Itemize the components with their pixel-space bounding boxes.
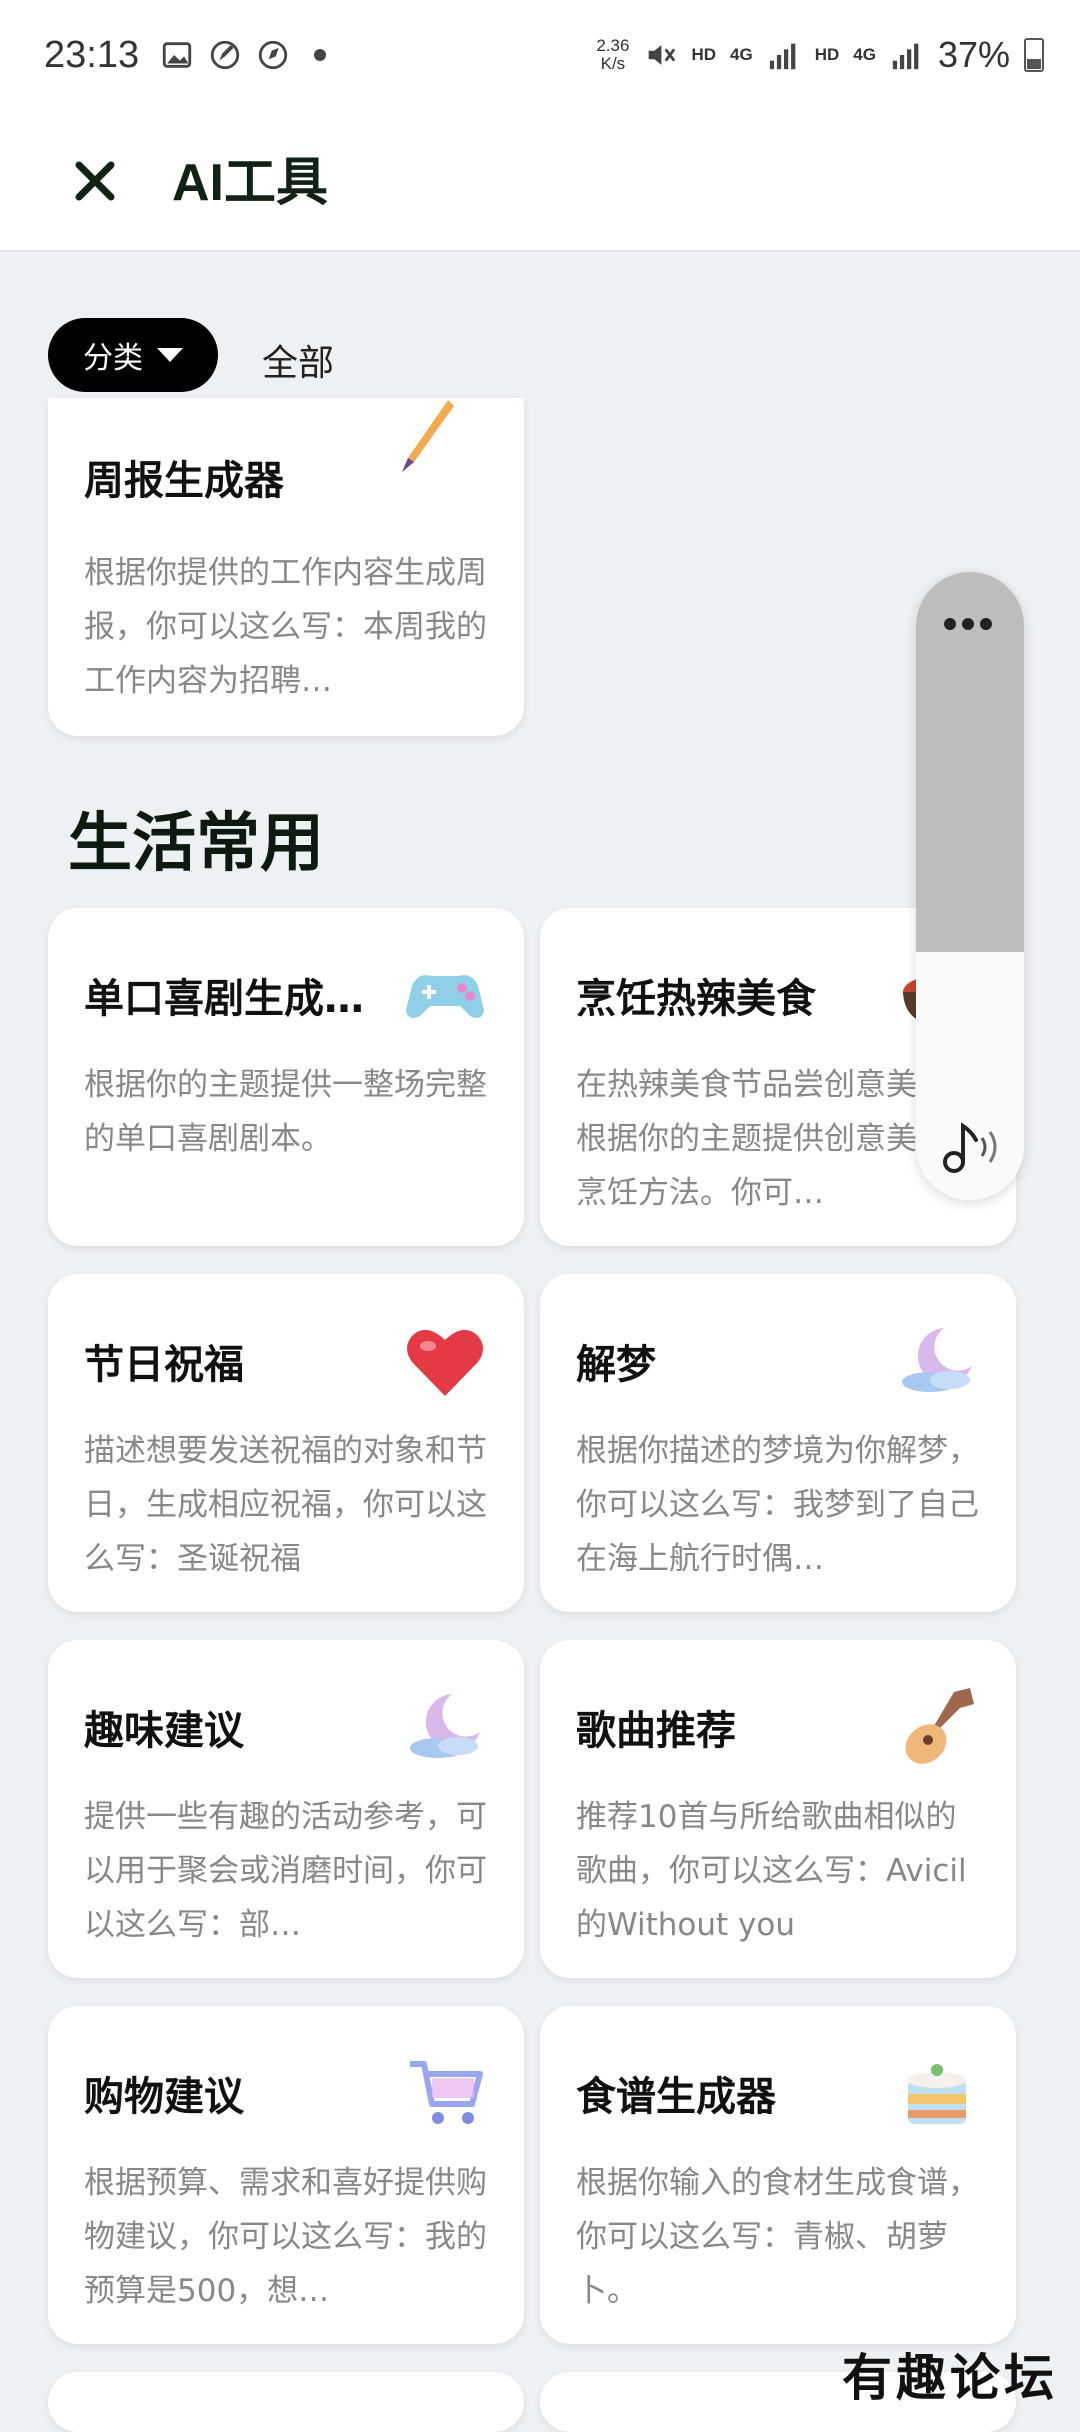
music-note-icon[interactable]: [936, 1112, 1006, 1182]
caret-down-icon: [157, 348, 183, 362]
hd-badge-2: HD: [814, 45, 840, 64]
moon-cloud-icon: [410, 1694, 480, 1758]
card-description: 描述想要发送祝福的对象和节日，生成相应祝福，你可以这么写：圣诞祝福: [84, 1433, 487, 1577]
filter-current[interactable]: 全部: [262, 334, 334, 386]
card-title: 烹饪热辣美食: [576, 976, 816, 1022]
card-title: 食谱生成器: [576, 2074, 776, 2120]
battery-percent: 37%: [937, 34, 1010, 75]
card-title: 歌曲推荐: [576, 1708, 736, 1754]
card-title: 节日祝福: [84, 1342, 244, 1388]
tool-card-weekly-report[interactable]: 周报生成器 根据你提供的工作内容生成周报，你可以这么写：本周我的工作内容为招聘…: [48, 398, 524, 736]
floating-music-widget[interactable]: [916, 572, 1024, 1200]
tool-card[interactable]: 趣味建议 提供一些有趣的活动参考，可以用于聚会或消磨时间，你可以这么写：部…: [48, 1640, 524, 1978]
section-title: 生活常用: [68, 807, 324, 881]
network-type-2: 4G: [853, 45, 876, 64]
close-icon: [75, 161, 115, 201]
category-filter-button[interactable]: 分类: [48, 318, 218, 392]
notification-icons: [160, 38, 326, 72]
card-description: 根据你描述的梦境为你解梦，你可以这么写：我梦到了自己在海上航行时偶…: [576, 1433, 979, 1577]
tool-card[interactable]: 解梦 根据你描述的梦境为你解梦，你可以这么写：我梦到了自己在海上航行时偶…: [540, 1274, 1016, 1612]
mute-icon: [649, 45, 676, 65]
compass-app-icon: [258, 40, 288, 70]
card-description: 根据你输入的食材生成食谱，你可以这么写：青椒、胡萝卜。: [576, 2165, 979, 2309]
speed-unit: K/s: [600, 54, 626, 73]
cake-icon: [908, 2064, 966, 2124]
category-filter-label: 分类: [83, 341, 143, 376]
cart-icon: [410, 2061, 483, 2124]
tool-card[interactable]: 购物建议 根据预算、需求和喜好提供购物建议，你可以这么写：我的预算是500，想…: [48, 2006, 524, 2344]
tool-card[interactable]: 歌曲推荐 推荐10首与所给歌曲相似的歌曲，你可以这么写：Avicil的Witho…: [540, 1640, 1016, 1978]
edit-app-icon: [210, 40, 240, 70]
hd-badge: HD: [691, 45, 716, 64]
status-time: 23:13: [44, 34, 140, 76]
status-bar: 23:13 2.36 K/s HD 4G HD 4G 37%: [0, 0, 1080, 120]
card-title: 周报生成器: [84, 458, 284, 504]
app-header: AI工具: [0, 120, 1080, 252]
card-title: 解梦: [576, 1342, 656, 1388]
card-description: 根据你的主题提供一整场完整的单口喜剧剧本。: [84, 1067, 487, 1157]
more-icon[interactable]: [944, 618, 992, 630]
card-description: 推荐10首与所给歌曲相似的歌曲，你可以这么写：Avicil的Without yo…: [576, 1799, 967, 1943]
card-description: 根据预算、需求和喜好提供购物建议，你可以这么写：我的预算是500，想…: [84, 2165, 487, 2309]
moon-cloud-icon: [902, 1328, 972, 1392]
card-title: 单口喜剧生成…: [84, 976, 364, 1022]
watermark: 有趣论坛: [842, 2348, 1058, 2407]
status-right: 2.36 K/s HD 4G HD 4G 37%: [596, 34, 1044, 76]
card-description: 提供一些有趣的活动参考，可以用于聚会或消磨时间，你可以这么写：部…: [84, 1799, 487, 1943]
signal-icon-2: [892, 43, 919, 70]
page-title: AI工具: [172, 154, 329, 212]
speed-value: 2.36: [596, 36, 630, 55]
card-title: 趣味建议: [84, 1708, 244, 1754]
heart-icon: [407, 1329, 483, 1396]
more-notifications-dot: [314, 49, 326, 61]
gallery-icon: [162, 42, 192, 68]
network-speed: 2.36 K/s: [596, 37, 629, 73]
guitar-icon: [905, 1688, 974, 1764]
tool-card[interactable]: 单口喜剧生成… 根据你的主题提供一整场完整的单口喜剧剧本。: [48, 908, 524, 1246]
signal-icon: [769, 43, 796, 70]
pen-icon: [402, 400, 454, 472]
card-description: 根据你提供的工作内容生成周报，你可以这么写：本周我的工作内容为招聘…: [84, 555, 487, 699]
close-button[interactable]: [60, 146, 130, 216]
tool-card[interactable]: 食谱生成器 根据你输入的食材生成食谱，你可以这么写：青椒、胡萝卜。: [540, 2006, 1016, 2344]
card-title: 购物建议: [84, 2074, 244, 2120]
tool-card-partial[interactable]: [48, 2372, 524, 2432]
battery-icon: [1024, 38, 1044, 72]
gamepad-icon: [406, 975, 484, 1018]
network-type: 4G: [730, 45, 753, 64]
tool-card[interactable]: 节日祝福 描述想要发送祝福的对象和节日，生成相应祝福，你可以这么写：圣诞祝福: [48, 1274, 524, 1612]
